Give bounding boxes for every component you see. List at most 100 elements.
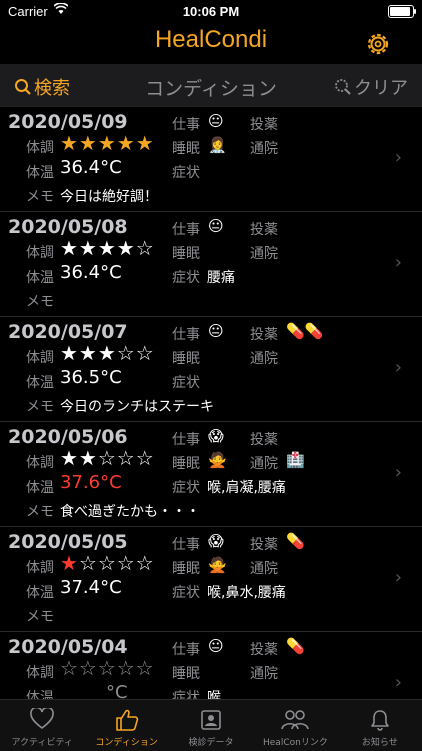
- memo-value: 食べ過ぎたかも・・・: [60, 504, 200, 520]
- entry-date: 2020/05/05: [8, 531, 128, 553]
- memo-value: 今日は絶好調！: [60, 189, 158, 205]
- condition-label: 体調: [26, 140, 54, 156]
- sleep-label: 睡眠: [172, 351, 200, 367]
- symptoms-value: 喉,肩凝,腰痛: [207, 480, 286, 496]
- hospital-visit-label: 通院: [250, 246, 278, 262]
- temperature-label: 体温: [26, 480, 54, 496]
- app-title: HealCondi: [154, 26, 268, 53]
- medication-emoji: 💊💊: [286, 322, 324, 340]
- memo-label: メモ: [26, 294, 54, 310]
- chevron-right-icon: ›: [394, 252, 402, 273]
- temperature-value: 36.5°C: [60, 367, 122, 388]
- entry-date: 2020/05/08: [8, 216, 128, 238]
- temperature-label: 体温: [26, 585, 54, 601]
- chevron-right-icon: ›: [394, 462, 402, 483]
- symptoms-label: 症状: [172, 480, 200, 496]
- tab-label: 検診データ: [188, 738, 234, 748]
- symptoms-value: 喉: [207, 690, 221, 699]
- list-item[interactable]: 2020/05/06 仕事 😱 投薬 体調 ★★☆☆☆ 睡眠 🙅 通院 🏥 体温…: [0, 422, 422, 527]
- tab-label: HealConリンク: [263, 738, 328, 748]
- tab-label: アクティビティ: [11, 738, 73, 748]
- work-label: 仕事: [172, 222, 200, 238]
- list-item[interactable]: 2020/05/09 仕事 😐 投薬 体調 ★★★★★ 睡眠 👩‍⚕️ 通院 体…: [0, 107, 422, 212]
- status-time: 10:06 PM: [182, 4, 240, 19]
- heart-icon: [30, 708, 55, 730]
- rating-stars: ★★★★★: [60, 131, 155, 155]
- chevron-right-icon: ›: [394, 567, 402, 588]
- condition-label: 体調: [26, 245, 54, 261]
- chevron-right-icon: ›: [394, 672, 402, 693]
- tab-notifications[interactable]: お知らせ: [338, 700, 422, 751]
- symptoms-label: 症状: [172, 375, 200, 391]
- tab-label: コンディション: [95, 738, 158, 748]
- temperature-value: 37.4°C: [60, 577, 122, 598]
- condition-list[interactable]: 2020/05/09 仕事 😐 投薬 体調 ★★★★★ 睡眠 👩‍⚕️ 通院 体…: [0, 107, 422, 699]
- rating-stars: ★☆☆☆☆: [60, 551, 155, 575]
- tab-label: お知らせ: [361, 738, 398, 748]
- symptoms-label: 症状: [172, 585, 200, 601]
- rating-stars: ★★☆☆☆: [60, 446, 155, 470]
- temperature-label: 体温: [26, 165, 54, 181]
- people-icon: [281, 710, 310, 730]
- medication-label: 投薬: [250, 537, 278, 553]
- sleep-label: 睡眠: [172, 141, 200, 157]
- memo-label: メモ: [26, 609, 54, 625]
- symptoms-value: 喉,鼻水,腰痛: [207, 585, 286, 601]
- condition-label: 体調: [26, 665, 54, 681]
- temperature-label: 体温: [26, 690, 54, 699]
- condition-label: 体調: [26, 455, 54, 471]
- battery-icon: [388, 5, 416, 18]
- list-item[interactable]: 2020/05/07 仕事 😐 投薬 💊💊 体調 ★★★☆☆ 睡眠 通院 体温 …: [0, 317, 422, 422]
- work-emoji: 😐: [208, 322, 224, 340]
- medication-label: 投薬: [250, 432, 278, 448]
- memo-label: メモ: [26, 189, 54, 205]
- work-label: 仕事: [172, 432, 200, 448]
- temperature-value: °C: [106, 682, 128, 699]
- sleep-label: 睡眠: [172, 246, 200, 262]
- entry-date: 2020/05/07: [8, 321, 128, 343]
- symptoms-label: 症状: [172, 165, 200, 181]
- medication-emoji: 💊: [286, 532, 305, 550]
- id-card-icon: [201, 710, 221, 730]
- memo-label: メモ: [26, 504, 54, 520]
- gear-icon[interactable]: [364, 30, 392, 58]
- tab-healcon-link[interactable]: HealConリンク: [253, 700, 337, 751]
- entry-date: 2020/05/06: [8, 426, 128, 448]
- hospital-visit-label: 通院: [250, 456, 278, 472]
- chevron-right-icon: ›: [394, 357, 402, 378]
- medication-label: 投薬: [250, 117, 278, 133]
- tab-condition[interactable]: コンディション: [84, 700, 168, 751]
- toolbar: 検索 コンディション クリア: [0, 64, 422, 107]
- temperature-value: 36.4°C: [60, 262, 122, 283]
- tab-checkup-data[interactable]: 検診データ: [169, 700, 253, 751]
- work-label: 仕事: [172, 327, 200, 343]
- memo-value: 今日のランチはステーキ: [60, 399, 214, 415]
- chevron-right-icon: ›: [394, 147, 402, 168]
- temperature-label: 体温: [26, 375, 54, 391]
- work-label: 仕事: [172, 117, 200, 133]
- memo-label: メモ: [26, 399, 54, 415]
- medication-label: 投薬: [250, 642, 278, 658]
- temperature-value: 37.6°C: [60, 472, 122, 493]
- work-emoji: 😱: [208, 532, 224, 550]
- sleep-label: 睡眠: [172, 456, 200, 472]
- rating-stars: ★★★★☆: [60, 236, 155, 260]
- hospital-visit-label: 通院: [250, 561, 278, 577]
- nav-bar: HealCondi: [0, 24, 422, 64]
- entry-date: 2020/05/09: [8, 111, 128, 133]
- work-emoji: 😱: [208, 427, 224, 445]
- clear-button[interactable]: クリア: [334, 74, 408, 100]
- symptoms-label: 症状: [172, 690, 200, 699]
- list-item[interactable]: 2020/05/04 仕事 😐 投薬 💊 体調 ☆☆☆☆☆ 睡眠 通院 体温 °…: [0, 632, 422, 699]
- hospital-visit-label: 通院: [250, 351, 278, 367]
- temperature-label: 体温: [26, 270, 54, 286]
- entry-date: 2020/05/04: [8, 636, 128, 658]
- hospital-visit-emoji: 🏥: [286, 451, 305, 469]
- hospital-visit-label: 通院: [250, 141, 278, 157]
- work-emoji: 😐: [208, 217, 224, 235]
- medication-label: 投薬: [250, 327, 278, 343]
- tab-activity[interactable]: アクティビティ: [0, 700, 84, 751]
- list-item[interactable]: 2020/05/05 仕事 😱 投薬 💊 体調 ★☆☆☆☆ 睡眠 🙅 通院 体温…: [0, 527, 422, 632]
- list-item[interactable]: 2020/05/08 仕事 😐 投薬 体調 ★★★★☆ 睡眠 通院 体温 36.…: [0, 212, 422, 317]
- symptoms-value: 腰痛: [207, 270, 235, 286]
